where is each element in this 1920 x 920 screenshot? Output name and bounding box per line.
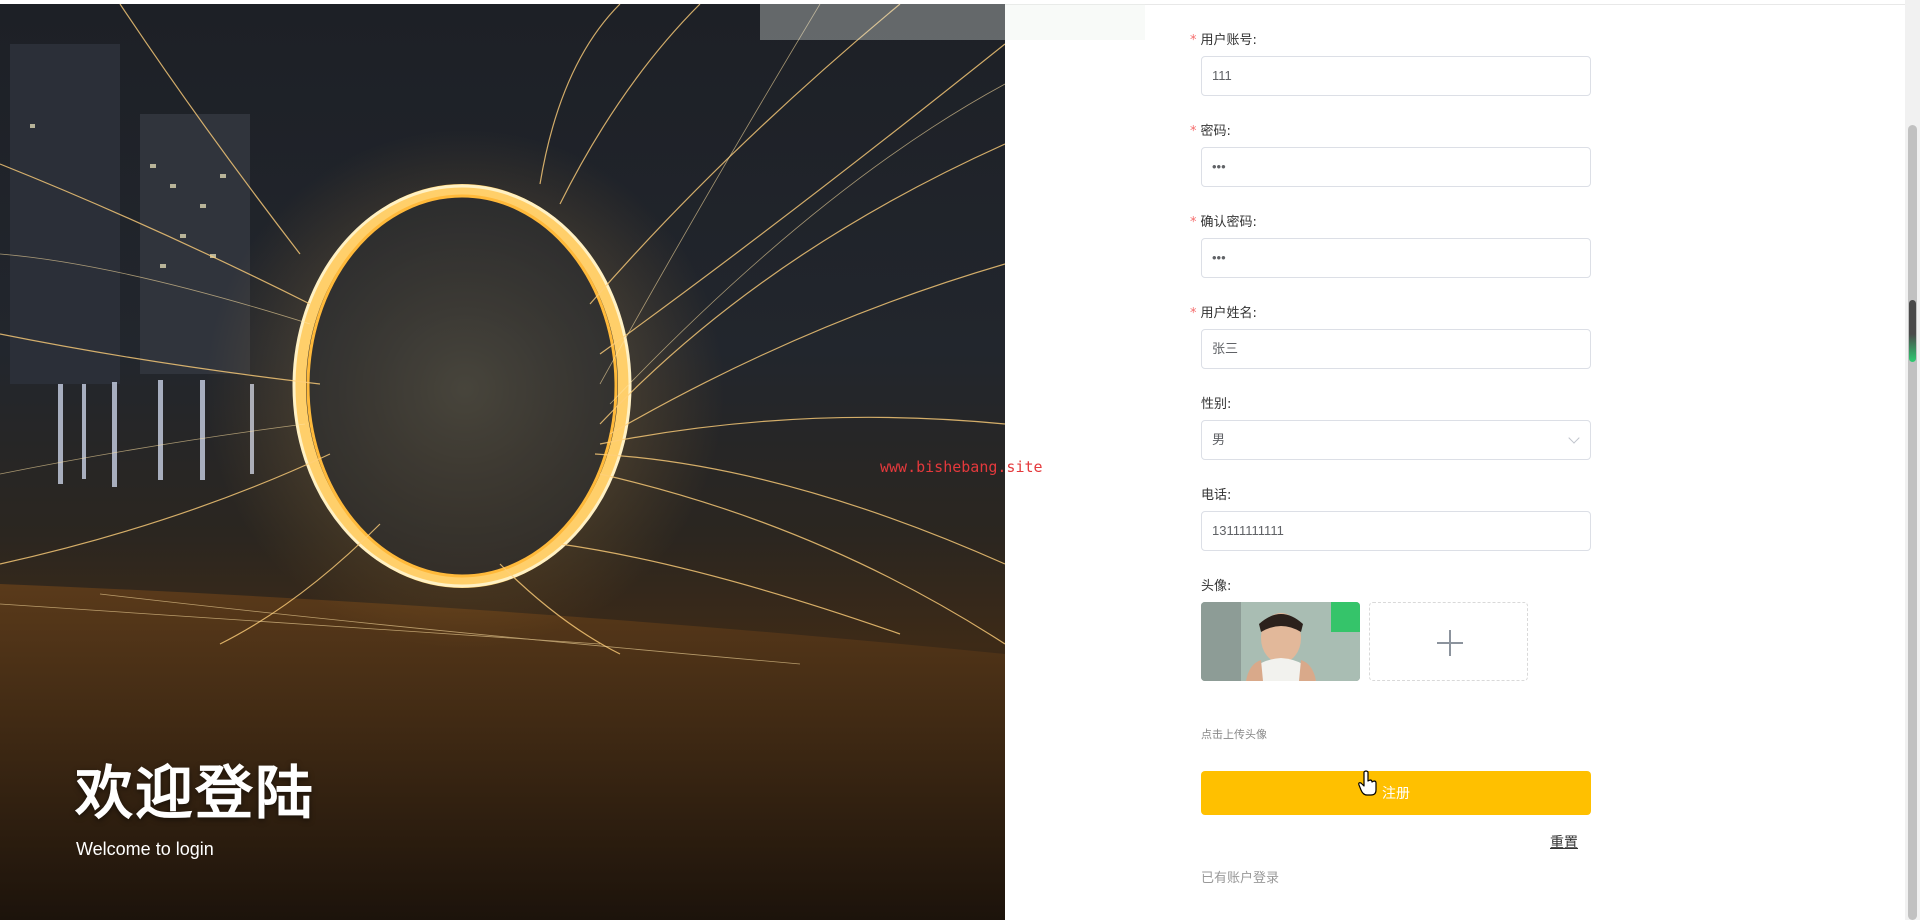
avatar-preview[interactable] — [1201, 602, 1360, 681]
gender-label: 性别: — [1201, 397, 1232, 412]
hand-pointer-icon — [1358, 770, 1377, 796]
welcome-title: 欢迎登陆 — [75, 759, 316, 827]
top-overlay-strip — [760, 4, 1145, 40]
welcome-subtitle: Welcome to login — [76, 839, 214, 859]
plus-icon-vertical — [1449, 630, 1451, 656]
register-button[interactable]: 注册 — [1201, 771, 1591, 815]
page: 欢迎登陆 Welcome to login www.bishebang.site… — [0, 0, 1920, 920]
gender-selected-value: 男 — [1212, 432, 1226, 447]
name-label: * 用户姓名: — [1190, 306, 1257, 321]
reset-button[interactable]: 重置 — [1550, 832, 1578, 852]
avatar-photo — [1201, 602, 1360, 681]
gender-select[interactable]: 男 — [1201, 420, 1591, 460]
avatar-upload-button[interactable] — [1369, 602, 1528, 681]
phone-label: 电话: — [1201, 488, 1232, 503]
avatar-upload-hint: 点击上传头像 — [1201, 728, 1267, 741]
phone-input[interactable]: 13111111111 — [1201, 511, 1591, 551]
required-mark: * — [1190, 306, 1197, 321]
chevron-down-icon — [1568, 432, 1580, 444]
scrollbar-indicator — [1909, 300, 1916, 362]
name-input[interactable]: 张三 — [1201, 329, 1591, 369]
scrollbar-thumb[interactable] — [1908, 125, 1917, 920]
required-mark: * — [1190, 124, 1197, 139]
account-input[interactable]: 111 — [1201, 56, 1591, 96]
password-input[interactable]: ••• — [1201, 147, 1591, 187]
account-label: * 用户账号: — [1190, 33, 1257, 48]
watermark-url: www.bishebang.site — [880, 458, 1043, 476]
hero-image: 欢迎登陆 Welcome to login — [0, 4, 1005, 920]
avatar-label: 头像: — [1201, 579, 1232, 594]
required-mark: * — [1190, 215, 1197, 230]
existing-account-login-link[interactable]: 已有账户登录 — [1201, 867, 1279, 886]
required-mark: * — [1190, 33, 1197, 48]
password-label: * 密码: — [1190, 124, 1231, 139]
confirm-password-label: * 确认密码: — [1190, 215, 1257, 230]
confirm-password-input[interactable]: ••• — [1201, 238, 1591, 278]
